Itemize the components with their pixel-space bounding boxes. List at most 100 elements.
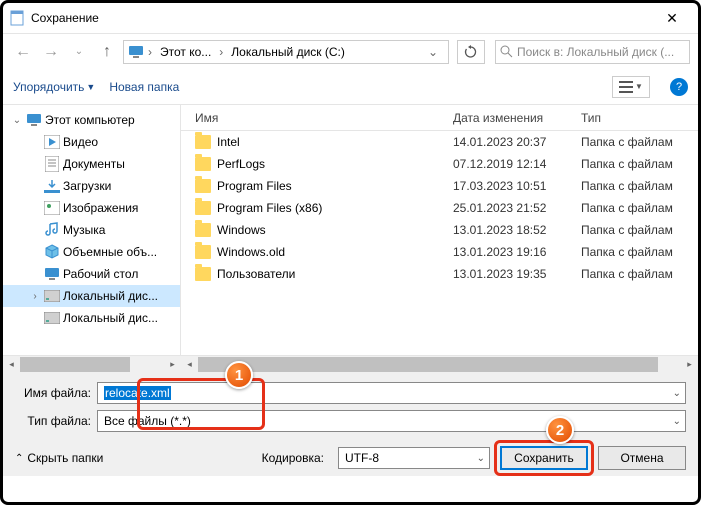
tree-item[interactable]: Рабочий стол	[3, 263, 180, 285]
tree-item[interactable]: Документы	[3, 153, 180, 175]
col-date[interactable]: Дата изменения	[453, 111, 581, 125]
main-area: ⌄ Этот компьютер Видео Документы Загрузки И…	[3, 105, 698, 355]
chevron-right-icon: ›	[148, 45, 152, 59]
list-icon	[619, 81, 633, 93]
scroll-right-icon[interactable]: ▸	[164, 356, 181, 373]
col-type[interactable]: Тип	[581, 111, 698, 125]
titlebar: Сохранение ✕	[3, 3, 698, 33]
file-date: 14.01.2023 20:37	[453, 135, 581, 149]
file-list: Имя Дата изменения Тип Intel14.01.2023 2…	[181, 105, 698, 355]
pc-icon	[128, 45, 144, 59]
tree-item-label: Музыка	[63, 223, 105, 237]
tree-item[interactable]: Локальный дис...	[3, 307, 180, 329]
collapse-icon[interactable]: ⌄	[11, 115, 23, 126]
file-row[interactable]: Program Files (x86)25.01.2023 21:52Папка…	[181, 197, 698, 219]
folder-icon	[195, 245, 211, 259]
files-hscroll[interactable]: ◂ ▸	[181, 356, 698, 373]
tree-item-label: Видео	[63, 135, 98, 149]
disk-icon	[44, 288, 60, 304]
tree-item[interactable]: Загрузки	[3, 175, 180, 197]
badge-1: 1	[225, 361, 253, 389]
filetype-label: Тип файла:	[15, 414, 97, 428]
refresh-button[interactable]	[457, 40, 485, 64]
file-type: Папка с файлам	[581, 223, 698, 237]
chevron-up-icon: ⌃	[15, 453, 23, 464]
tree-root[interactable]: ⌄ Этот компьютер	[3, 109, 180, 131]
file-row[interactable]: Intel14.01.2023 20:37Папка с файлам	[181, 131, 698, 153]
close-icon[interactable]: ✕	[652, 10, 692, 27]
video-icon	[44, 134, 60, 150]
music-icon	[44, 222, 60, 238]
recent-dropdown-icon[interactable]: ⌄	[67, 40, 91, 64]
tree-item[interactable]: Объемные объ...	[3, 241, 180, 263]
tree-item[interactable]: Видео	[3, 131, 180, 153]
folder-icon	[195, 223, 211, 237]
view-mode-button[interactable]: ▼	[612, 76, 650, 98]
search-placeholder: Поиск в: Локальный диск (...	[517, 45, 674, 59]
tree-item-label: Локальный дис...	[63, 289, 158, 303]
new-folder-button[interactable]: Новая папка	[109, 80, 179, 94]
tree-item-label: Объемные объ...	[63, 245, 157, 259]
up-icon[interactable]: ↑	[95, 40, 119, 64]
hide-folders-button[interactable]: ⌃ Скрыть папки	[15, 451, 103, 465]
breadcrumb-seg-1[interactable]: Локальный диск (C:)	[227, 45, 349, 59]
file-date: 13.01.2023 18:52	[453, 223, 581, 237]
filename-input[interactable]: relocate.xml ⌄	[97, 382, 686, 404]
cancel-button[interactable]: Отмена	[598, 446, 686, 470]
tree-item[interactable]: Изображения	[3, 197, 180, 219]
file-type: Папка с файлам	[581, 135, 698, 149]
col-name[interactable]: Имя	[195, 111, 453, 125]
filetype-select[interactable]: Все файлы (*.*) ⌄	[97, 410, 686, 432]
encoding-select[interactable]: UTF-8 ⌄	[338, 447, 490, 469]
file-row[interactable]: Program Files17.03.2023 10:51Папка с фай…	[181, 175, 698, 197]
file-name: Пользователи	[217, 267, 295, 281]
image-icon	[44, 200, 60, 216]
scroll-right-icon[interactable]: ▸	[681, 356, 698, 373]
save-button[interactable]: Сохранить	[500, 446, 588, 470]
file-date: 25.01.2023 21:52	[453, 201, 581, 215]
save-panel: Имя файла: relocate.xml ⌄ Тип файла: Все…	[3, 372, 698, 476]
help-icon[interactable]: ?	[670, 78, 688, 96]
pc-icon	[26, 112, 42, 128]
file-name: PerfLogs	[217, 157, 265, 171]
address-bar[interactable]: › Этот ко... › Локальный диск (C:) ⌄	[123, 40, 449, 64]
tree-item[interactable]: Музыка	[3, 219, 180, 241]
folder-icon	[195, 179, 211, 193]
forward-icon[interactable]: →	[39, 40, 63, 64]
tree-item-label: Изображения	[63, 201, 138, 215]
folder-icon	[195, 201, 211, 215]
tree-item[interactable]: › Локальный дис...	[3, 285, 180, 307]
file-name: Program Files	[217, 179, 292, 193]
expand-icon[interactable]: ›	[29, 291, 41, 302]
folder-icon	[195, 267, 211, 281]
breadcrumb-seg-0[interactable]: Этот ко...	[156, 45, 215, 59]
cube-icon	[44, 244, 60, 260]
back-icon[interactable]: ←	[11, 40, 35, 64]
desktop-icon	[44, 266, 60, 282]
organize-button[interactable]: Упорядочить ▼	[13, 80, 95, 94]
file-row[interactable]: PerfLogs 07.12.2019 12:14Папка с файлам	[181, 153, 698, 175]
file-date: 07.12.2019 12:14	[453, 157, 581, 171]
search-input[interactable]: Поиск в: Локальный диск (...	[495, 40, 690, 64]
scroll-left-icon[interactable]: ◂	[3, 356, 20, 373]
filename-label: Имя файла:	[15, 386, 97, 400]
tree-hscroll[interactable]: ◂ ▸	[3, 356, 181, 373]
file-row[interactable]: Пользователи13.01.2023 19:35Папка с файл…	[181, 263, 698, 285]
tree-item-label: Документы	[63, 157, 125, 171]
chevron-down-icon[interactable]: ⌄	[477, 453, 485, 464]
file-row[interactable]: Windows.old13.01.2023 19:16Папка с файла…	[181, 241, 698, 263]
file-type: Папка с файлам	[581, 179, 698, 193]
file-row[interactable]: Windows13.01.2023 18:52Папка с файлам	[181, 219, 698, 241]
chevron-down-icon[interactable]: ⌄	[673, 388, 681, 399]
tree-item-label: Локальный дис...	[63, 311, 158, 325]
chevron-right-icon: ›	[219, 45, 223, 59]
file-type: Папка с файлам	[581, 245, 698, 259]
chevron-down-icon[interactable]: ⌄	[673, 416, 681, 427]
file-type: Папка с файлам	[581, 157, 698, 171]
file-date: 13.01.2023 19:16	[453, 245, 581, 259]
scroll-left-icon[interactable]: ◂	[181, 356, 198, 373]
tree-item-label: Загрузки	[63, 179, 111, 193]
chevron-down-icon: ▼	[635, 82, 643, 91]
search-icon	[500, 45, 513, 58]
chevron-down-icon[interactable]: ⌄	[422, 45, 444, 59]
